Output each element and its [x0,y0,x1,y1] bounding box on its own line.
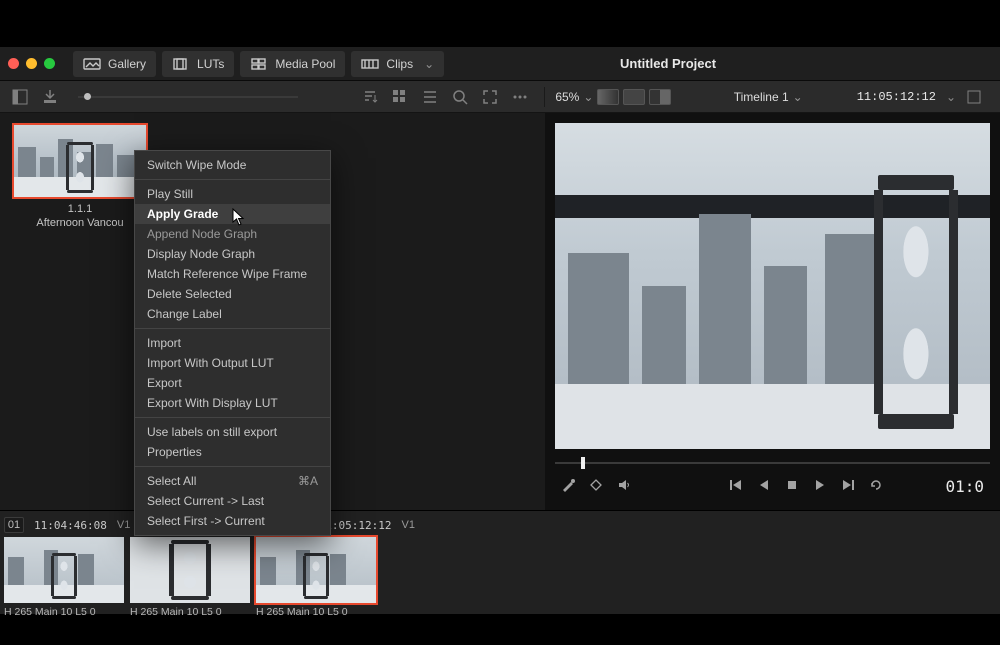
chevron-down-icon: ⌄ [793,90,803,104]
import-icon[interactable] [38,85,62,109]
menu-properties[interactable]: Properties [135,442,330,462]
viewer-timecode: 01:0 [945,477,984,496]
menu-select-first-current[interactable]: Select First -> Current [135,511,330,531]
viewer-panel: 01:0 [545,113,1000,510]
menu-display-node-graph[interactable]: Display Node Graph [135,244,330,264]
clip-thumbnail[interactable] [256,537,376,603]
luts-tab[interactable]: LUTs [162,51,234,77]
mouse-cursor-icon [232,208,246,229]
chevron-down-icon: ⌄ [424,57,434,71]
expand-icon[interactable] [478,85,502,109]
play-button[interactable] [813,478,827,495]
more-icon[interactable] [508,85,532,109]
menu-export[interactable]: Export [135,373,330,393]
clip-codec-label: H 265 Main 10 L5 0 [256,606,376,618]
list-view-icon[interactable] [418,85,442,109]
still-label: Afternoon Vancou [12,217,148,231]
menu-change-label[interactable]: Change Label [135,304,330,324]
mediapool-icon [250,57,268,71]
menu-use-labels[interactable]: Use labels on still export [135,422,330,442]
menu-import-output-lut[interactable]: Import With Output LUT [135,353,330,373]
menu-export-display-lut[interactable]: Export With Display LUT [135,393,330,413]
menu-match-reference[interactable]: Match Reference Wipe Frame [135,264,330,284]
reverse-play-button[interactable] [757,478,771,495]
media-pool-label: Media Pool [275,57,335,71]
chevron-down-icon: ⌄ [583,90,593,104]
sort-icon[interactable] [358,85,382,109]
menu-select-current-last[interactable]: Select Current -> Last [135,491,330,511]
menu-delete-selected[interactable]: Delete Selected [135,284,330,304]
clip-track: V1 [402,519,415,531]
clip-thumbnail[interactable] [130,537,250,603]
loop-button[interactable] [869,478,883,495]
gallery-label: Gallery [108,57,146,71]
clip-codec-label: H 265 Main 10 L5 0 [130,606,250,618]
still-id: 1.1.1 [12,203,148,217]
media-pool-tab[interactable]: Media Pool [240,51,345,77]
shortcut: ⌘A [298,474,318,488]
viewer-zoom[interactable]: 65%⌄ [555,90,593,104]
menu-select-all[interactable]: Select All⌘A [135,471,330,491]
luts-label: LUTs [197,57,224,71]
mute-icon[interactable] [617,478,631,495]
window-controls[interactable] [8,58,55,69]
chevron-down-icon[interactable]: ⌄ [946,90,956,104]
title-bar: Gallery LUTs Media Pool Clips ⌄ Untitled… [0,47,1000,81]
clip-timecode: 11:04:46:08 [34,519,107,532]
settings-icon[interactable] [962,85,986,109]
prev-clip-button[interactable] [729,478,743,495]
clip-codec-label: H 265 Main 10 L5 0 [4,606,124,618]
clips-icon [361,57,379,71]
display-mode-b-button[interactable] [623,89,645,105]
viewer-image[interactable] [555,123,990,449]
gallery-icon [83,57,101,71]
clips-label: Clips [386,57,413,71]
luts-icon [172,57,190,71]
gallery-tab[interactable]: Gallery [73,51,156,77]
zoom-window-button[interactable] [44,58,55,69]
clips-tab[interactable]: Clips ⌄ [351,51,444,77]
clip-number[interactable]: 01 [4,517,24,533]
master-timecode[interactable]: 11:05:12:12 [857,90,936,104]
minimize-window-button[interactable] [26,58,37,69]
panel-toggle-button[interactable] [8,85,32,109]
menu-import[interactable]: Import [135,333,330,353]
clip-thumbnail[interactable] [4,537,124,603]
stop-button[interactable] [785,478,799,495]
grid-view-icon[interactable] [388,85,412,109]
thumbnail-size-slider[interactable] [78,96,298,98]
close-window-button[interactable] [8,58,19,69]
still-thumbnail[interactable]: 1.1.1 Afternoon Vancou [12,123,148,231]
menu-play-still[interactable]: Play Still [135,184,330,204]
search-icon[interactable] [448,85,472,109]
playhead[interactable] [581,457,585,469]
display-mode-c-button[interactable] [649,89,671,105]
project-title: Untitled Project [620,56,716,71]
clip-track: V1 [117,519,130,531]
tool-bar: 65%⌄ Timeline 1⌄ 11:05:12:12 ⌄ [0,81,1000,113]
gallery-panel: 1.1.1 Afternoon Vancou Switch Wipe Mode … [0,113,545,510]
display-mode-a-button[interactable] [597,89,619,105]
menu-switch-wipe[interactable]: Switch Wipe Mode [135,155,330,175]
transport-controls: 01:0 [555,469,990,503]
scrub-bar[interactable] [555,457,990,469]
timeline-selector[interactable]: Timeline 1⌄ [734,90,803,104]
bypass-icon[interactable] [589,478,603,495]
next-clip-button[interactable] [841,478,855,495]
color-picker-icon[interactable] [561,478,575,495]
